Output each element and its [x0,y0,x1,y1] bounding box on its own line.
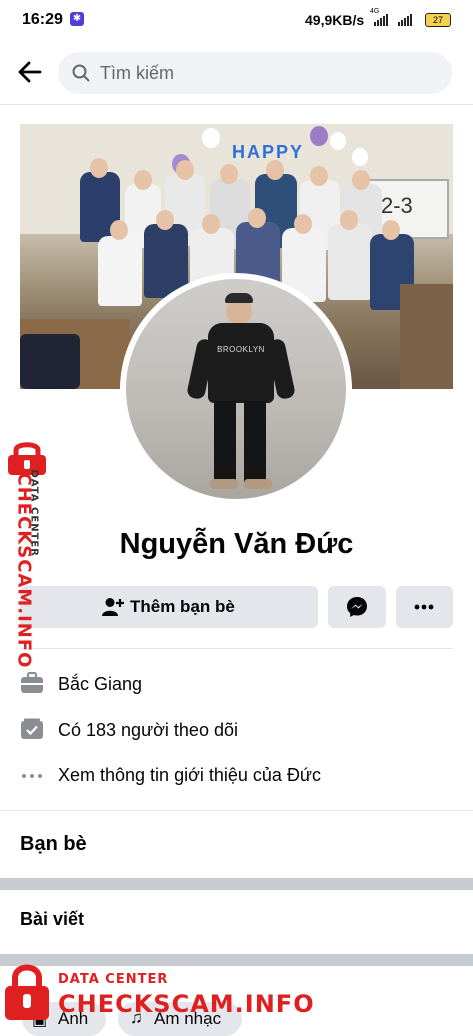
student-face [340,210,358,230]
lock-icon [3,960,51,1027]
avatar-shoe [244,479,272,489]
student-face [352,170,370,190]
posts-heading: Bài viết [20,909,85,929]
student-face [156,210,174,230]
add-friend-button[interactable]: Thêm bạn bè [20,586,318,628]
header-divider [0,104,473,105]
profile-avatar[interactable]: BROOKLYN [120,273,352,505]
messenger-icon [346,596,368,623]
battery-icon: 27 [425,13,451,27]
avatar-photo: BROOKLYN [126,279,346,499]
board-text: 2-3 [381,193,413,218]
student-face [176,160,194,180]
student [328,224,372,300]
avatar-leg [244,401,266,483]
avatar-hair [225,293,253,303]
location-text: Bắc Giang [58,674,143,694]
search-input[interactable]: Tìm kiếm [58,52,452,94]
avatar-hoodie: BROOKLYN [208,323,274,403]
balloon [202,128,220,148]
status-time: 16:29 [22,11,63,28]
add-friend-icon [102,597,124,622]
student-face [134,170,152,190]
add-friend-label: Thêm bạn bè [130,597,235,616]
watermark-bottom: DATA CENTER CHECKSCAM.INFO [0,960,473,1024]
student-face [110,220,128,240]
status-bar: 16:29 ✱ 49,9KB/s 4G 27 [0,0,473,40]
shirt-text: BROOKLYN [217,345,265,354]
signal-icon-2 [398,14,412,26]
student-face [248,208,266,228]
search-placeholder: Tìm kiếm [100,63,174,83]
profile-name: Nguyễn Văn Đức [119,528,354,560]
search-icon [72,64,90,87]
watermark-small-text: DATA CENTER [58,972,169,987]
backpack [20,334,80,389]
followers-icon [20,718,44,745]
desk [400,284,453,389]
back-arrow-icon[interactable] [16,58,44,86]
student [98,236,142,306]
friends-heading[interactable]: Bạn bè [20,833,87,856]
student-face [202,214,220,234]
student-face [382,220,400,240]
watermark-big-text: CHECKSCAM.INFO [13,472,35,669]
section-separator [0,878,473,890]
network-speed: 49,9KB/s [305,12,365,28]
avatar-shoe [210,479,238,489]
balloon [352,148,368,166]
avatar-leg [214,401,236,483]
banner-text: HAPPY [232,142,305,162]
student-face [294,214,312,234]
see-about-link[interactable]: Xem thông tin giới thiệu của Đức [58,765,321,786]
followers-text: Có 183 người theo dõi [58,720,238,740]
balloon [330,132,346,150]
watermark-big-text: CHECKSCAM.INFO [58,990,315,1018]
student-face [220,164,238,184]
info-divider [20,648,453,649]
watermark-side: DATA CENTER CHECKSCAM.INFO [2,440,52,670]
student-face [310,166,328,186]
message-button[interactable] [328,586,386,628]
more-options-button[interactable] [396,586,453,628]
section-divider [0,810,473,811]
more-icon [413,597,435,622]
student-face [90,158,108,178]
signal-icon [374,14,388,26]
balloon [310,126,328,146]
app-notification-icon: ✱ [70,12,84,26]
student-face [266,160,284,180]
dots-icon [20,768,44,786]
